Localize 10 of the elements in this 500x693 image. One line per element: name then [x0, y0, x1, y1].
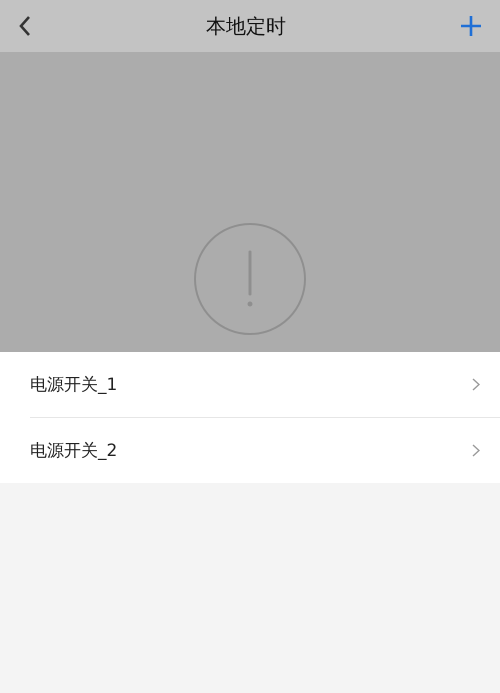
plus-icon: [460, 15, 482, 37]
item-label: 电源开关_1: [30, 374, 118, 396]
chevron-right-icon: [472, 444, 480, 457]
page-title: 本地定时: [206, 12, 286, 40]
timer-list-item[interactable]: 电源开关_2: [30, 418, 500, 483]
chevron-right-icon: [472, 378, 480, 391]
item-label: 电源开关_2: [30, 440, 118, 462]
warning-icon: [193, 222, 307, 336]
back-chevron-icon: [18, 15, 32, 37]
timer-list-item[interactable]: 电源开关_1: [30, 352, 500, 418]
